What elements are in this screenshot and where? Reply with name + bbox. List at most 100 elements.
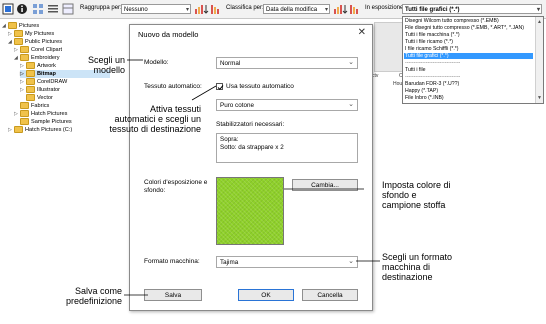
ok-button[interactable]: OK xyxy=(238,289,294,301)
tree-item[interactable]: ▷ Hatch Pictures (C:) xyxy=(8,126,72,134)
scroll-down-icon[interactable]: ▼ xyxy=(537,95,542,101)
sort-order-icon[interactable] xyxy=(193,3,223,15)
group-by-label: Raggruppa per: xyxy=(80,5,122,11)
tree-item-label: Hatch Pictures (C:) xyxy=(25,127,73,133)
stabilizers-label: Stabilizzatori necessari: xyxy=(216,121,285,128)
tree-item[interactable]: ▷ CorelDRAW xyxy=(20,78,67,86)
separator: -------------------------------- xyxy=(405,60,461,66)
tree-item[interactable]: Sample Pictures xyxy=(14,118,72,126)
file-type-option[interactable]: Tutti i file xyxy=(405,67,426,73)
file-type-option[interactable]: File disegni tutto compresso (*.EMB, *.A… xyxy=(405,25,524,31)
tree-item-label: Illustrator xyxy=(37,87,61,93)
tree-item-label: Artwork xyxy=(37,63,56,69)
tree-item-label: Pictures xyxy=(19,23,40,29)
chevron-down-icon: ▾ xyxy=(536,7,540,13)
machine-format-value: Tajima xyxy=(220,259,239,266)
tree-item[interactable]: ▷ Hatch Pictures xyxy=(14,110,67,118)
callout-model: Scegli un modello xyxy=(87,55,125,75)
file-type-option[interactable]: Happy (*.TAP) xyxy=(405,88,438,94)
callout-save: Salva come predefinizione xyxy=(65,286,122,306)
auto-fabric-checkbox[interactable] xyxy=(216,83,224,91)
save-button[interactable]: Salva xyxy=(144,289,202,301)
model-value: Normal xyxy=(220,60,241,67)
callout-color: Imposta colore di sfondo e campione stof… xyxy=(382,180,451,210)
tree-item[interactable]: ▷ Corel Clipart xyxy=(14,46,62,54)
stabilizer-bottom: Sotto: da strappare x 2 xyxy=(220,144,284,151)
file-type-option[interactable]: Barudan FDR-3 (*.U??) xyxy=(405,81,459,87)
fabric-select[interactable]: Puro cotone ⌄ xyxy=(216,99,358,111)
tree-item[interactable]: Fabrics xyxy=(14,102,49,110)
tree-item-label: Public Pictures xyxy=(25,39,62,45)
folder-icon xyxy=(8,22,17,30)
tree-item-label: My Pictures xyxy=(25,31,55,37)
folder-icon xyxy=(26,94,35,102)
tree-item-label: CorelDRAW xyxy=(37,79,68,85)
chevron-down-icon: ⌄ xyxy=(348,258,354,265)
change-color-button[interactable]: Cambia... xyxy=(292,179,358,191)
tree-item-label: Sample Pictures xyxy=(31,119,72,125)
sort-by-label: Classifica per: xyxy=(226,5,264,11)
tree-item[interactable]: ◢ Pictures xyxy=(2,22,39,30)
folder-icon xyxy=(14,38,23,46)
tree-item[interactable]: Vector xyxy=(20,94,53,102)
auto-fabric-label: Tessuto automatico: xyxy=(144,83,202,90)
scrollbar[interactable]: ▲ ▼ xyxy=(535,17,543,103)
details-view-icon[interactable] xyxy=(62,3,74,15)
folder-icon xyxy=(26,62,35,70)
file-type-option[interactable]: Tutti i file macchina (*.*) xyxy=(405,32,460,38)
model-label: Modello: xyxy=(144,59,169,66)
tree-item[interactable]: ▷ Illustrator xyxy=(20,86,60,94)
file-type-value: Tutti file grafici (*.*) xyxy=(405,7,460,13)
file-type-option-selected[interactable]: Tutti file grafici (*.*) xyxy=(404,53,533,59)
model-select[interactable]: Normal ⌄ xyxy=(216,57,358,69)
tree-item-label: Vector xyxy=(37,95,53,101)
close-icon[interactable]: ✕ xyxy=(358,27,366,38)
folder-tree: ◢ Pictures ▷ My Pictures ◢ Public Pictures … xyxy=(0,19,120,169)
show-label: In esposizione: xyxy=(365,5,406,11)
chevron-down-icon: ▾ xyxy=(324,7,328,13)
chevron-down-icon: ▾ xyxy=(185,7,189,13)
file-type-dropdown-list[interactable]: Disegni Wilcom tutto compresso (*.EMB) F… xyxy=(402,16,544,104)
machine-format-select[interactable]: Tajima ⌄ xyxy=(216,256,358,268)
sort-direction-icon[interactable] xyxy=(332,3,362,15)
file-type-select[interactable]: Tutti file grafici (*.*) ▾ xyxy=(402,4,542,14)
folder-icon xyxy=(20,110,29,118)
checkmark-icon xyxy=(217,85,224,91)
new-from-template-dialog: Nuovo da modello ✕ Modello: Normal ⌄ Tess… xyxy=(129,24,373,311)
folder-icon xyxy=(20,118,29,126)
tree-item-label: Corel Clipart xyxy=(31,47,63,53)
folder-icon xyxy=(20,54,29,62)
tree-item[interactable]: ◢ Public Pictures xyxy=(8,38,62,46)
auto-fabric-checkbox-label[interactable]: Usa tessuto automatico xyxy=(226,83,294,90)
tree-item-label: Hatch Pictures xyxy=(31,111,68,117)
folder-icon xyxy=(14,126,23,134)
folder-icon xyxy=(14,30,23,38)
view-icon[interactable] xyxy=(2,3,14,15)
tree-item[interactable]: ▷ My Pictures xyxy=(8,30,54,38)
chevron-down-icon: ⌄ xyxy=(348,101,354,108)
sort-by-select[interactable]: Data della modifica ▾ xyxy=(263,4,330,14)
tree-item[interactable]: ▷ Artwork xyxy=(20,62,56,70)
grid-view-icon[interactable] xyxy=(32,3,44,15)
cancel-button[interactable]: Cancella xyxy=(302,289,358,301)
machine-format-label: Formato macchina: xyxy=(144,258,200,265)
scroll-up-icon[interactable]: ▲ xyxy=(537,19,542,25)
file-type-option[interactable]: Tutti i file ricamo (*.*) xyxy=(405,39,453,45)
info-icon[interactable] xyxy=(16,3,28,15)
folder-icon xyxy=(20,102,29,110)
folder-icon xyxy=(26,78,35,86)
list-view-icon[interactable] xyxy=(47,3,59,15)
thumbnail[interactable] xyxy=(374,22,404,72)
file-type-option[interactable]: File Inbro (*.INB) xyxy=(405,95,444,101)
group-by-value: Nessuno xyxy=(124,7,148,13)
group-by-select[interactable]: Nessuno ▾ xyxy=(121,4,191,14)
tree-item-label: Embroidery xyxy=(31,55,60,61)
file-type-option[interactable]: Disegni Wilcom tutto compresso (*.EMB) xyxy=(405,18,499,24)
dialog-title: Nuovo da modello xyxy=(138,30,199,39)
folder-icon xyxy=(26,86,35,94)
tree-item[interactable]: ◢ Embroidery xyxy=(14,54,60,62)
file-type-option[interactable]: I file ricamo Schiffli (*.*) xyxy=(405,46,459,52)
chevron-down-icon: ⌄ xyxy=(348,59,354,66)
callout-machine: Scegli un formato macchina di destinazio… xyxy=(382,252,453,282)
fabric-color-swatch xyxy=(216,177,284,245)
